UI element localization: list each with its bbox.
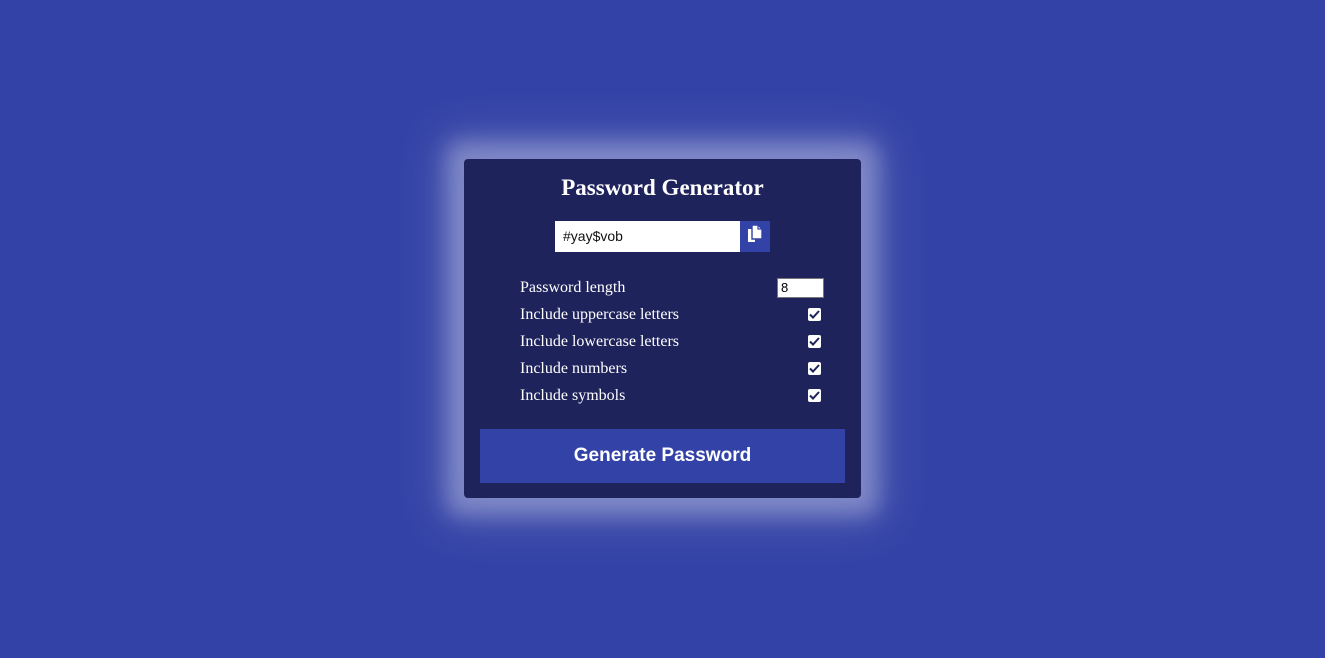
clipboard-copy-icon [746,224,764,249]
checkmark-icon [809,364,820,373]
setting-uppercase: Include uppercase letters [520,301,822,328]
generate-password-button[interactable]: Generate Password [480,429,845,483]
numbers-label: Include numbers [520,359,628,377]
checkmark-icon [809,310,820,319]
password-result-field[interactable]: #yay$vob [555,221,740,252]
checkmark-icon [809,391,820,400]
setting-numbers: Include numbers [520,355,822,382]
length-input[interactable]: 8 [777,277,824,298]
copy-button[interactable] [740,221,770,252]
numbers-checkbox[interactable] [808,362,821,375]
uppercase-checkbox[interactable] [808,308,821,321]
setting-lowercase: Include lowercase letters [520,328,822,355]
uppercase-label: Include uppercase letters [520,305,680,323]
checkmark-icon [809,337,820,346]
setting-length: Password length 8 [520,274,824,301]
password-generator-card: Password Generator #yay$vob Password len… [464,159,861,498]
symbols-label: Include symbols [520,386,626,404]
length-label: Password length [520,278,626,296]
result-container: #yay$vob [555,221,770,252]
symbols-checkbox[interactable] [808,389,821,402]
page-title: Password Generator [561,175,764,200]
settings-list: Password length 8 Include uppercase lett… [520,274,824,409]
lowercase-label: Include lowercase letters [520,332,680,350]
setting-symbols: Include symbols [520,382,822,409]
lowercase-checkbox[interactable] [808,335,821,348]
